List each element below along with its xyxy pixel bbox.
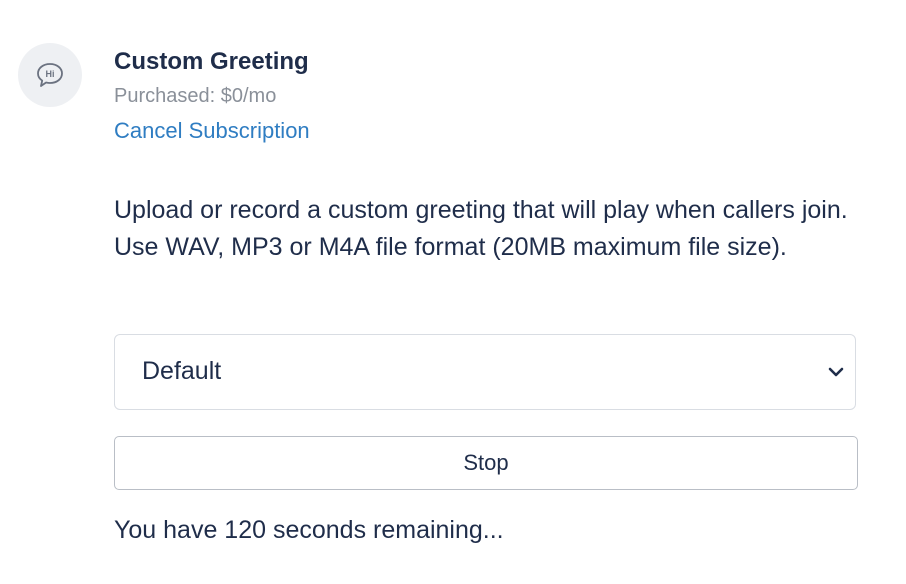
greeting-select[interactable]: Default — [114, 334, 856, 410]
purchased-price: Purchased: $0/mo — [114, 85, 277, 107]
custom-greeting-panel: Hi Custom Greeting Purchased: $0/mo Canc… — [0, 0, 906, 584]
feature-description: Upload or record a custom greeting that … — [114, 196, 848, 261]
greeting-select-value: Default — [142, 357, 222, 385]
feature-title: Custom Greeting — [114, 48, 309, 75]
speech-bubble-hi-icon: Hi — [35, 61, 65, 89]
chevron-down-icon — [827, 363, 845, 381]
cancel-subscription-link[interactable]: Cancel Subscription — [114, 118, 310, 144]
avatar: Hi — [18, 43, 82, 107]
recording-time-remaining: You have 120 seconds remaining... — [114, 516, 504, 544]
stop-button[interactable]: Stop — [114, 436, 858, 490]
svg-text:Hi: Hi — [46, 69, 55, 79]
